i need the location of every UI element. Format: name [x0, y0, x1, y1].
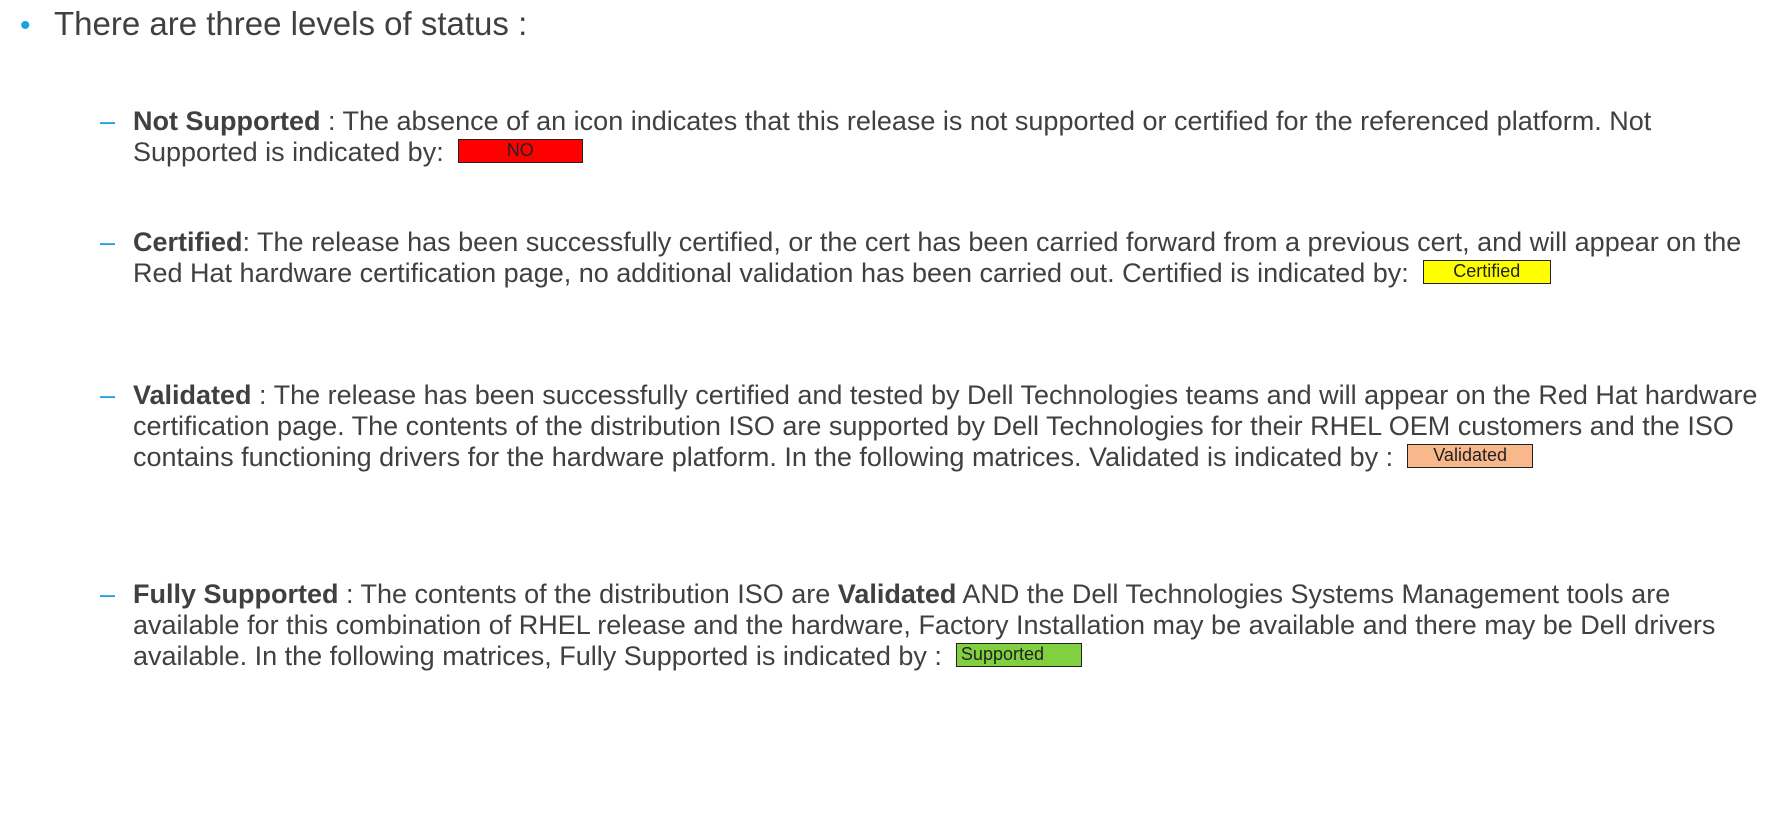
dash-icon: – — [100, 380, 116, 410]
dash-icon: – — [100, 106, 116, 136]
bullet-dot-icon: • — [20, 9, 31, 42]
status-term: Validated — [133, 380, 252, 410]
badge-no: NO — [457, 138, 583, 163]
status-item-not-supported: – Not Supported : The absence of an icon… — [100, 106, 1770, 168]
status-body-before: The contents of the distribution ISO are — [360, 579, 838, 609]
status-body: The absence of an icon indicates that th… — [133, 106, 1652, 167]
status-item-certified: – Certified: The release has been succes… — [100, 227, 1770, 289]
status-separator: : — [242, 227, 258, 257]
slide: • There are three levels of status : – No… — [0, 0, 1787, 814]
status-item-validated: – Validated : The release has been succe… — [100, 380, 1770, 473]
status-description: Validated : The release has been success… — [133, 380, 1770, 473]
status-body-bold: Validated — [837, 579, 957, 609]
status-separator: : — [338, 579, 361, 609]
status-description: Certified: The release has been successf… — [133, 227, 1770, 289]
dash-icon: – — [100, 227, 116, 257]
status-description: Fully Supported : The contents of the di… — [133, 579, 1770, 672]
status-separator: : — [251, 380, 274, 410]
status-term: Not Supported — [133, 106, 321, 136]
heading-text: There are three levels of status : — [54, 5, 528, 42]
status-term: Certified — [133, 227, 243, 257]
badge-validated: Validated — [1407, 443, 1534, 468]
main-bullet: • There are three levels of status : — [20, 4, 527, 46]
badge-supported: Supported — [955, 642, 1082, 667]
badge-certified: Certified — [1422, 259, 1551, 284]
status-separator: : — [320, 106, 343, 136]
status-term: Fully Supported — [133, 579, 339, 609]
status-item-fully-supported: – Fully Supported : The contents of the … — [100, 579, 1770, 672]
status-description: Not Supported : The absence of an icon i… — [133, 106, 1770, 168]
dash-icon: – — [100, 579, 116, 609]
